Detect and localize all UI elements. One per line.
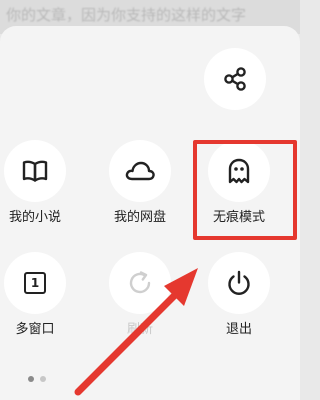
screenshot: 你的文章，因为你支持的这样的文字 我的小说 我的网盘 无痕模式 1 多窗口 刷新… (0, 0, 300, 400)
share-button[interactable] (204, 48, 266, 110)
window-count: 1 (30, 276, 40, 290)
power-icon (228, 270, 250, 295)
exit-button[interactable] (208, 252, 270, 314)
my-netdisk-label: 我的网盘 (113, 210, 166, 225)
page-dot-1[interactable] (28, 376, 34, 382)
multi-window-label: 多窗口 (15, 322, 55, 337)
my-novels-label: 我的小说 (8, 210, 61, 225)
cloud-icon (125, 161, 155, 181)
my-netdisk-button[interactable] (109, 140, 171, 202)
page-dot-2[interactable] (40, 376, 46, 382)
my-novels-button[interactable] (4, 140, 66, 202)
background-blurred-text: 你的文章，因为你支持的这样的文字 (6, 6, 247, 24)
page-indicator (28, 376, 46, 382)
highlight-box (193, 140, 297, 240)
multi-window-button[interactable]: 1 (4, 252, 66, 314)
share-icon (224, 67, 246, 91)
refresh-label: 刷新 (126, 322, 153, 337)
exit-label: 退出 (225, 322, 252, 337)
window-count-icon: 1 (24, 272, 46, 294)
refresh-button (109, 252, 171, 314)
book-icon (22, 160, 48, 182)
refresh-icon (129, 271, 151, 294)
